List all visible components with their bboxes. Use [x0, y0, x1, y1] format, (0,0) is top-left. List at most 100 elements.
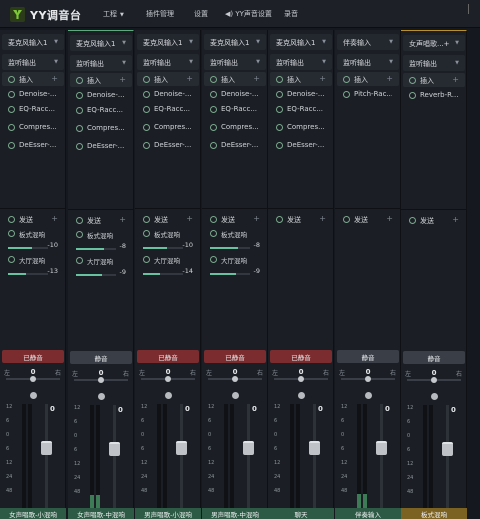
power-icon[interactable] [210, 76, 217, 83]
menu-plugin-manager[interactable]: 插件管理 [146, 9, 174, 19]
power-icon[interactable] [8, 230, 15, 237]
power-icon[interactable] [143, 216, 150, 223]
power-icon[interactable] [409, 77, 416, 84]
add-icon[interactable]: + [51, 74, 58, 83]
output-selector[interactable]: 监听输出 ▼ [337, 54, 399, 70]
channel-name-bar[interactable]: 男声唱歌-小混响 [135, 508, 201, 519]
mute-button[interactable]: 已静音 [137, 350, 199, 363]
send-level-slider[interactable] [8, 273, 48, 275]
power-icon[interactable] [143, 76, 150, 83]
send-header[interactable]: 发送 + [2, 212, 64, 226]
power-icon[interactable] [76, 125, 83, 132]
add-icon[interactable]: + [253, 214, 260, 223]
insert-header[interactable]: 插入 + [270, 72, 332, 86]
output-selector[interactable]: 监听输出 ▼ [70, 55, 132, 71]
plugin-slot[interactable]: DeEsser-... [270, 138, 332, 152]
input-selector[interactable]: 麦克风输入1 ▼ [70, 35, 132, 51]
power-icon[interactable] [276, 124, 283, 131]
power-icon[interactable] [210, 230, 217, 237]
power-icon[interactable] [8, 216, 15, 223]
power-icon[interactable] [210, 106, 217, 113]
plugin-slot[interactable]: EQ-Racc... [270, 102, 332, 116]
power-icon[interactable] [76, 107, 83, 114]
power-icon[interactable] [76, 92, 83, 99]
plugin-slot[interactable]: Compres... [270, 120, 332, 134]
power-icon[interactable] [143, 256, 150, 263]
send-level-slider[interactable] [210, 247, 250, 249]
add-icon[interactable]: + [386, 74, 393, 83]
window-control[interactable] [468, 4, 474, 14]
power-icon[interactable] [76, 231, 83, 238]
solo-indicator[interactable] [365, 392, 372, 399]
volume-fader[interactable] [313, 404, 316, 510]
send-header[interactable]: 发送 + [270, 212, 332, 226]
pan-knob[interactable] [431, 377, 437, 383]
power-icon[interactable] [143, 91, 150, 98]
pan-knob[interactable] [30, 376, 36, 382]
volume-fader[interactable] [380, 404, 383, 510]
plugin-slot[interactable]: Denoise-... [70, 88, 132, 102]
add-icon[interactable]: + [452, 215, 459, 224]
power-icon[interactable] [409, 92, 416, 99]
power-icon[interactable] [409, 217, 416, 224]
send-level-slider[interactable] [143, 247, 183, 249]
power-icon[interactable] [210, 256, 217, 263]
fader-handle[interactable] [309, 440, 320, 455]
power-icon[interactable] [276, 216, 283, 223]
send-header[interactable]: 发送 + [403, 213, 465, 227]
plugin-slot[interactable]: DeEsser-... [204, 138, 266, 152]
mute-button[interactable]: 已静音 [204, 350, 266, 363]
power-icon[interactable] [76, 143, 83, 150]
fader-handle[interactable] [109, 441, 120, 456]
output-selector[interactable]: 监听输出 ▼ [270, 54, 332, 70]
add-icon[interactable]: + [119, 215, 126, 224]
plugin-slot[interactable]: Denoise-... [2, 87, 64, 101]
solo-indicator[interactable] [30, 392, 37, 399]
channel-name-bar[interactable]: 女声唱歌-中混响 [68, 508, 134, 519]
send-level-slider[interactable] [8, 247, 48, 249]
fader-handle[interactable] [41, 440, 52, 455]
plugin-slot[interactable]: Compres... [70, 121, 132, 135]
output-selector[interactable]: 监听输出 ▼ [204, 54, 266, 70]
solo-indicator[interactable] [165, 392, 172, 399]
channel-name-bar[interactable]: 男声唱歌-中混响 [202, 508, 268, 519]
pan-knob[interactable] [298, 376, 304, 382]
plugin-slot[interactable]: Compres... [137, 120, 199, 134]
insert-header[interactable]: 插入 + [204, 72, 266, 86]
pan-knob[interactable] [365, 376, 371, 382]
send-item[interactable]: 大厅混响 -13 [2, 252, 64, 282]
power-icon[interactable] [143, 124, 150, 131]
send-header[interactable]: 发送 + [70, 213, 132, 227]
solo-indicator[interactable] [98, 393, 105, 400]
input-selector[interactable]: 女声唱歌...+4▼ [403, 35, 465, 51]
mute-button[interactable]: 静音 [337, 350, 399, 363]
power-icon[interactable] [276, 91, 283, 98]
power-icon[interactable] [143, 106, 150, 113]
plugin-slot[interactable]: EQ-Racc... [2, 102, 64, 116]
power-icon[interactable] [276, 142, 283, 149]
send-item[interactable]: 大厅混响 -14 [137, 252, 199, 282]
fader-handle[interactable] [176, 440, 187, 455]
power-icon[interactable] [8, 106, 15, 113]
power-icon[interactable] [76, 77, 83, 84]
input-selector[interactable]: 麦克风输入1 ▼ [137, 34, 199, 50]
power-icon[interactable] [276, 106, 283, 113]
power-icon[interactable] [8, 256, 15, 263]
fader-handle[interactable] [442, 441, 453, 456]
power-icon[interactable] [343, 216, 350, 223]
plugin-slot[interactable]: EQ-Racc... [137, 102, 199, 116]
plugin-slot[interactable]: DeEsser-... [137, 138, 199, 152]
solo-indicator[interactable] [232, 392, 239, 399]
plugin-slot[interactable]: EQ-Racc... [70, 103, 132, 117]
power-icon[interactable] [76, 217, 83, 224]
plugin-slot[interactable]: EQ-Racc... [204, 102, 266, 116]
send-level-slider[interactable] [143, 273, 183, 275]
output-selector[interactable]: 监听输出 ▼ [137, 54, 199, 70]
solo-indicator[interactable] [431, 393, 438, 400]
output-selector[interactable]: 监听输出 ▼ [403, 55, 465, 71]
send-item[interactable]: 大厅混响 -9 [70, 253, 132, 283]
send-level-slider[interactable] [76, 274, 116, 276]
input-selector[interactable]: 麦克风输入1 ▼ [270, 34, 332, 50]
send-header[interactable]: 发送 + [204, 212, 266, 226]
menu-project[interactable]: 工程 ▼ [103, 9, 124, 19]
